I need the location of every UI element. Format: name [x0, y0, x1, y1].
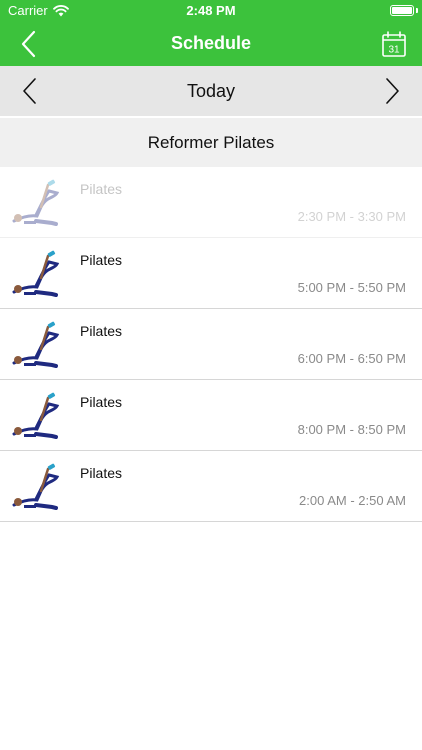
class-name: Pilates — [80, 323, 123, 339]
class-list: Pilates 2:30 PM - 3:30 PM Pilates 5:00 P… — [0, 167, 422, 522]
next-day-button[interactable] — [376, 75, 408, 107]
page-title: Schedule — [170, 33, 252, 53]
pilates-pose-icon — [12, 321, 60, 368]
pilates-thumbnail — [8, 319, 64, 371]
class-row[interactable]: Pilates 2:00 AM - 2:50 AM — [0, 451, 422, 522]
pilates-pose-icon — [12, 179, 60, 226]
class-name: Pilates — [80, 394, 123, 410]
class-time: 5:00 PM - 5:50 PM — [297, 280, 406, 295]
class-name: Pilates — [80, 181, 123, 197]
calendar-icon: 31 — [382, 31, 406, 57]
section-header: Reformer Pilates — [0, 118, 422, 167]
class-row[interactable]: Pilates 5:00 PM - 5:50 PM — [0, 238, 422, 309]
section-title: Reformer Pilates — [147, 133, 275, 152]
nav-bar: Schedule 31 — [0, 22, 422, 66]
pilates-thumbnail — [8, 390, 64, 442]
date-label: Today — [186, 81, 236, 101]
class-row[interactable]: Pilates 6:00 PM - 6:50 PM — [0, 309, 422, 380]
chevron-right-icon — [386, 78, 399, 104]
class-time: 6:00 PM - 6:50 PM — [297, 351, 406, 366]
pilates-pose-icon — [12, 463, 60, 510]
status-time: 2:48 PM — [186, 3, 236, 18]
battery-cap — [416, 8, 418, 13]
calendar-button[interactable]: 31 — [378, 28, 410, 60]
pilates-thumbnail — [8, 177, 64, 229]
status-bar: Carrier 2:48 PM — [0, 0, 422, 22]
pilates-pose-icon — [12, 250, 60, 297]
class-time: 8:00 PM - 8:50 PM — [297, 422, 406, 437]
pilates-thumbnail — [8, 461, 64, 513]
pilates-pose-icon — [12, 392, 60, 439]
battery-icon — [390, 5, 414, 16]
class-name: Pilates — [80, 465, 123, 481]
class-time: 2:30 PM - 3:30 PM — [297, 209, 406, 224]
class-row[interactable]: Pilates 8:00 PM - 8:50 PM — [0, 380, 422, 451]
calendar-day: 31 — [388, 45, 400, 56]
class-row[interactable]: Pilates 2:30 PM - 3:30 PM — [0, 167, 422, 238]
class-time: 2:00 AM - 2:50 AM — [299, 493, 406, 508]
class-name: Pilates — [80, 252, 123, 268]
pilates-thumbnail — [8, 248, 64, 300]
date-bar: Today — [0, 66, 422, 116]
